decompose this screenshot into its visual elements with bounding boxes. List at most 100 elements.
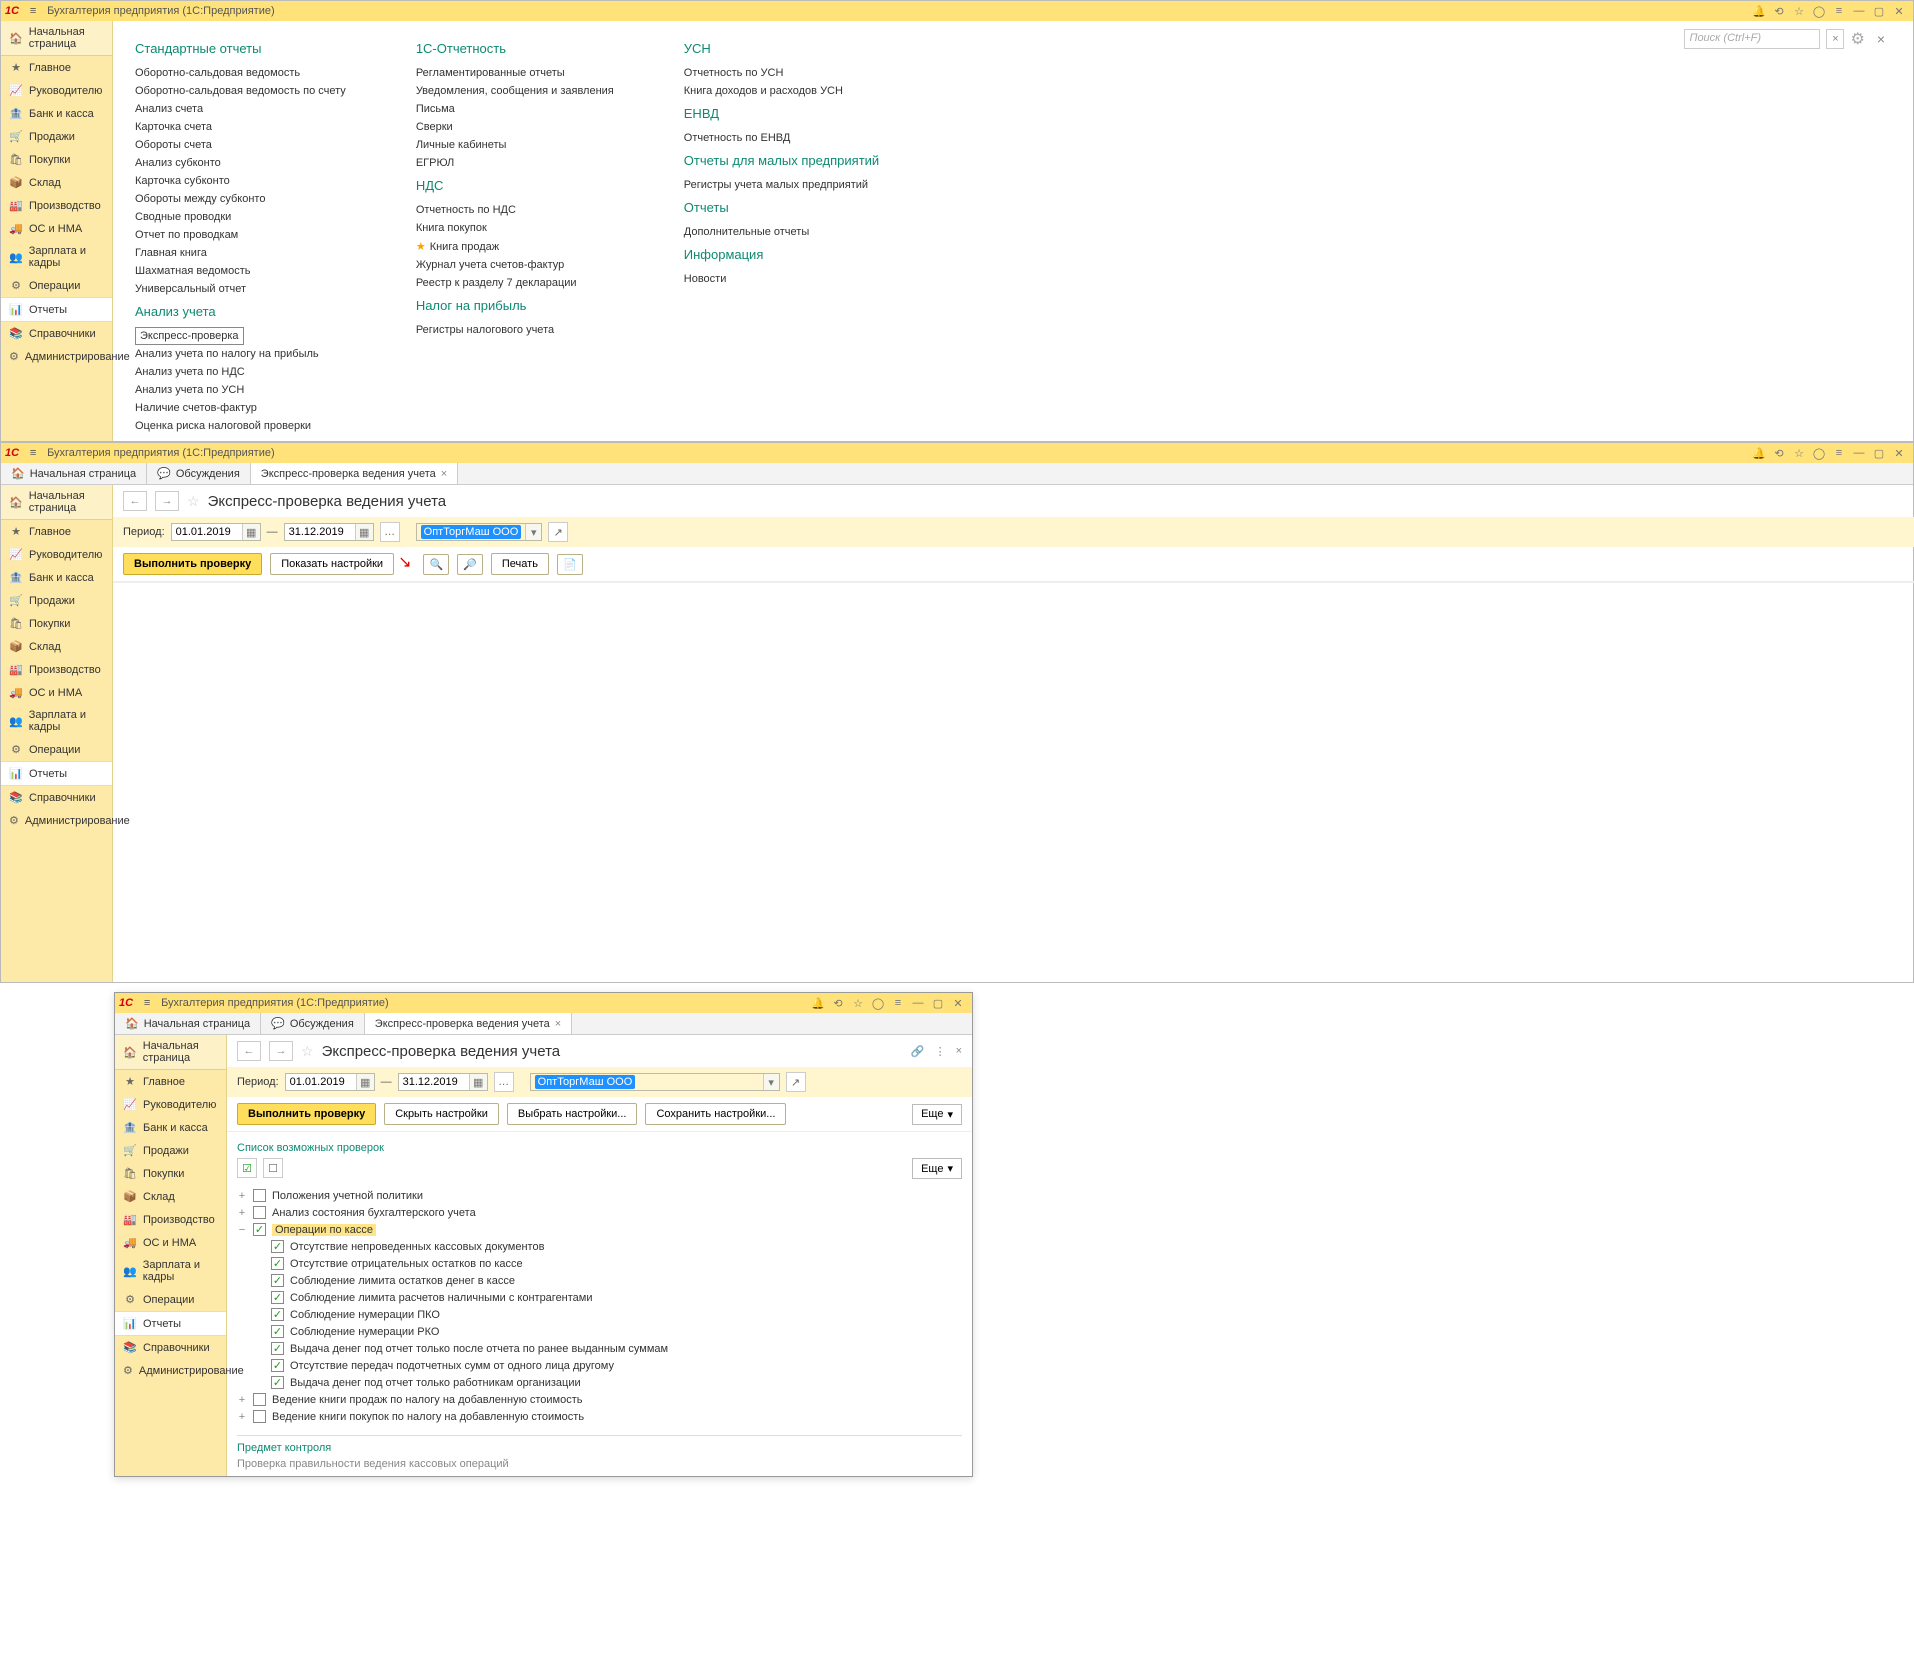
report-link[interactable]: Книга доходов и расходов УСН [684, 82, 879, 100]
report-link[interactable]: Отчетность по НДС [416, 201, 614, 219]
report-link[interactable]: Шахматная ведомость [135, 262, 346, 280]
sidebar-item-5[interactable]: 📦Склад [115, 1185, 226, 1208]
sidebar-item-7[interactable]: 🚚ОС и НМА [115, 1231, 226, 1254]
sidebar-item-4[interactable]: 🛍Покупки [1, 612, 112, 635]
history-icon[interactable]: ⟲ [828, 997, 848, 1010]
report-link[interactable]: Отчетность по ЕНВД [684, 129, 879, 147]
lines-icon[interactable]: ≡ [1829, 447, 1849, 459]
report-link[interactable]: Главная книга [135, 244, 346, 262]
run-check-button[interactable]: Выполнить проверку [237, 1103, 376, 1125]
report-link[interactable]: ЕГРЮЛ [416, 154, 614, 172]
choose-settings-button[interactable]: Выбрать настройки... [507, 1103, 638, 1125]
check-row[interactable]: +Ведение книги продаж по налогу на добав… [237, 1391, 962, 1408]
report-link[interactable]: ★Книга продаж [416, 237, 614, 256]
check-subrow[interactable]: ✓Отсутствие передач подотчетных сумм от … [237, 1357, 962, 1374]
calendar-icon[interactable]: ▦ [469, 1074, 487, 1090]
org-input[interactable]: ОптТоргМаш ООО▾ [530, 1073, 780, 1091]
report-link[interactable]: Новости [684, 270, 879, 288]
page-close-icon[interactable]: × [956, 1045, 962, 1058]
checkbox[interactable] [253, 1410, 266, 1423]
maximize-icon[interactable]: ▢ [1869, 5, 1889, 18]
expand-icon[interactable]: + [237, 1207, 247, 1219]
checkbox[interactable]: ✓ [271, 1240, 284, 1253]
circle-icon[interactable]: ◯ [1809, 447, 1829, 460]
sidebar-item-1[interactable]: 📈Руководителю [115, 1093, 226, 1116]
check-row[interactable]: +Ведение книги покупок по налогу на доба… [237, 1408, 962, 1425]
more-button[interactable]: Еще▾ [912, 1104, 962, 1125]
tab-home[interactable]: 🏠Начальная страница [115, 1013, 261, 1034]
sidebar-item-11[interactable]: 📚Справочники [1, 322, 112, 345]
circle-icon[interactable]: ◯ [1809, 5, 1829, 18]
sidebar-item-2[interactable]: 🏦Банк и касса [1, 102, 112, 125]
report-link[interactable]: Дополнительные отчеты [684, 223, 879, 241]
bell-icon[interactable]: 🔔 [808, 997, 828, 1010]
sidebar-item-12[interactable]: ⚙Администрирование [1, 809, 112, 832]
checkbox[interactable] [253, 1393, 266, 1406]
report-link[interactable]: Анализ учета по УСН [135, 381, 346, 399]
sidebar-item-11[interactable]: 📚Справочники [1, 786, 112, 809]
dropdown-icon[interactable]: ▾ [763, 1074, 779, 1090]
report-link[interactable]: Наличие счетов-фактур [135, 399, 346, 417]
tab-discussions[interactable]: 💬Обсуждения [261, 1013, 365, 1034]
menu-icon[interactable]: ≡ [25, 5, 41, 17]
close-icon[interactable]: ✕ [948, 997, 968, 1010]
dropdown-icon[interactable]: ▾ [525, 524, 541, 540]
report-link[interactable]: Анализ счета [135, 100, 346, 118]
maximize-icon[interactable]: ▢ [1869, 447, 1889, 460]
star-icon[interactable]: ☆ [848, 997, 868, 1010]
sidebar-item-2[interactable]: 🏦Банк и касса [115, 1116, 226, 1139]
nav-fwd-button[interactable]: → [269, 1041, 293, 1061]
report-link[interactable]: Книга покупок [416, 219, 614, 237]
sidebar-item-12[interactable]: ⚙Администрирование [115, 1359, 226, 1382]
tab-home[interactable]: 🏠Начальная страница [1, 463, 147, 484]
checkbox[interactable]: ✓ [271, 1325, 284, 1338]
sidebar-item-9[interactable]: ⚙Операции [1, 738, 112, 761]
tab-express-check[interactable]: Экспресс-проверка ведения учета× [251, 463, 458, 484]
sidebar-item-1[interactable]: 📈Руководителю [1, 543, 112, 566]
checkbox[interactable]: ✓ [271, 1308, 284, 1321]
report-link[interactable]: Реестр к разделу 7 декларации [416, 274, 614, 292]
check-subrow[interactable]: ✓Соблюдение лимита расчетов наличными с … [237, 1289, 962, 1306]
sidebar-home[interactable]: 🏠Начальная страница [115, 1035, 226, 1070]
favorite-icon[interactable]: ☆ [301, 1043, 314, 1060]
menu-icon[interactable]: ≡ [25, 447, 41, 459]
check-subrow[interactable]: ✓Отсутствие отрицательных остатков по ка… [237, 1255, 962, 1272]
sidebar-item-11[interactable]: 📚Справочники [115, 1336, 226, 1359]
checkbox[interactable]: ✓ [271, 1291, 284, 1304]
report-link[interactable]: Журнал учета счетов-фактур [416, 256, 614, 274]
org-open-button[interactable]: ↗ [786, 1072, 806, 1092]
expand-icon[interactable]: + [237, 1394, 247, 1406]
sidebar-item-7[interactable]: 🚚ОС и НМА [1, 217, 112, 240]
hide-settings-button[interactable]: Скрыть настройки [384, 1103, 499, 1125]
lines-icon[interactable]: ≡ [1829, 5, 1849, 17]
sidebar-item-10[interactable]: 📊Отчеты [1, 761, 112, 786]
org-open-button[interactable]: ↗ [548, 522, 568, 542]
run-check-button[interactable]: Выполнить проверку [123, 553, 262, 575]
report-link[interactable]: Регламентированные отчеты [416, 64, 614, 82]
report-link[interactable]: Регистры учета малых предприятий [684, 176, 879, 194]
calendar-icon[interactable]: ▦ [355, 524, 373, 540]
minimize-icon[interactable]: — [1849, 5, 1869, 17]
favorite-icon[interactable]: ☆ [187, 493, 200, 510]
org-input[interactable]: ОптТоргМаш ООО▾ [416, 523, 543, 541]
check-subrow[interactable]: ✓Соблюдение нумерации ПКО [237, 1306, 962, 1323]
report-link[interactable]: Карточка счета [135, 118, 346, 136]
bell-icon[interactable]: 🔔 [1749, 447, 1769, 460]
tab-express-check[interactable]: Экспресс-проверка ведения учета× [365, 1013, 572, 1034]
report-link[interactable]: Анализ субконто [135, 154, 346, 172]
sidebar-item-4[interactable]: 🛍Покупки [115, 1162, 226, 1185]
tab-discussions[interactable]: 💬Обсуждения [147, 463, 251, 484]
report-link[interactable]: Универсальный отчет [135, 280, 346, 298]
sidebar-item-7[interactable]: 🚚ОС и НМА [1, 681, 112, 704]
kebab-icon[interactable]: ⋮ [935, 1045, 946, 1058]
sidebar-item-9[interactable]: ⚙Операции [115, 1288, 226, 1311]
report-link[interactable]: Личные кабинеты [416, 136, 614, 154]
check-subrow[interactable]: ✓Соблюдение нумерации РКО [237, 1323, 962, 1340]
sidebar-item-1[interactable]: 📈Руководителю [1, 79, 112, 102]
close-icon[interactable]: ✕ [1889, 447, 1909, 460]
checkbox[interactable]: ✓ [271, 1376, 284, 1389]
check-subrow[interactable]: ✓Выдача денег под отчет только после отч… [237, 1340, 962, 1357]
tab-close-icon[interactable]: × [441, 468, 447, 480]
sidebar-item-0[interactable]: ★Главное [1, 520, 112, 543]
calendar-icon[interactable]: ▦ [242, 524, 260, 540]
